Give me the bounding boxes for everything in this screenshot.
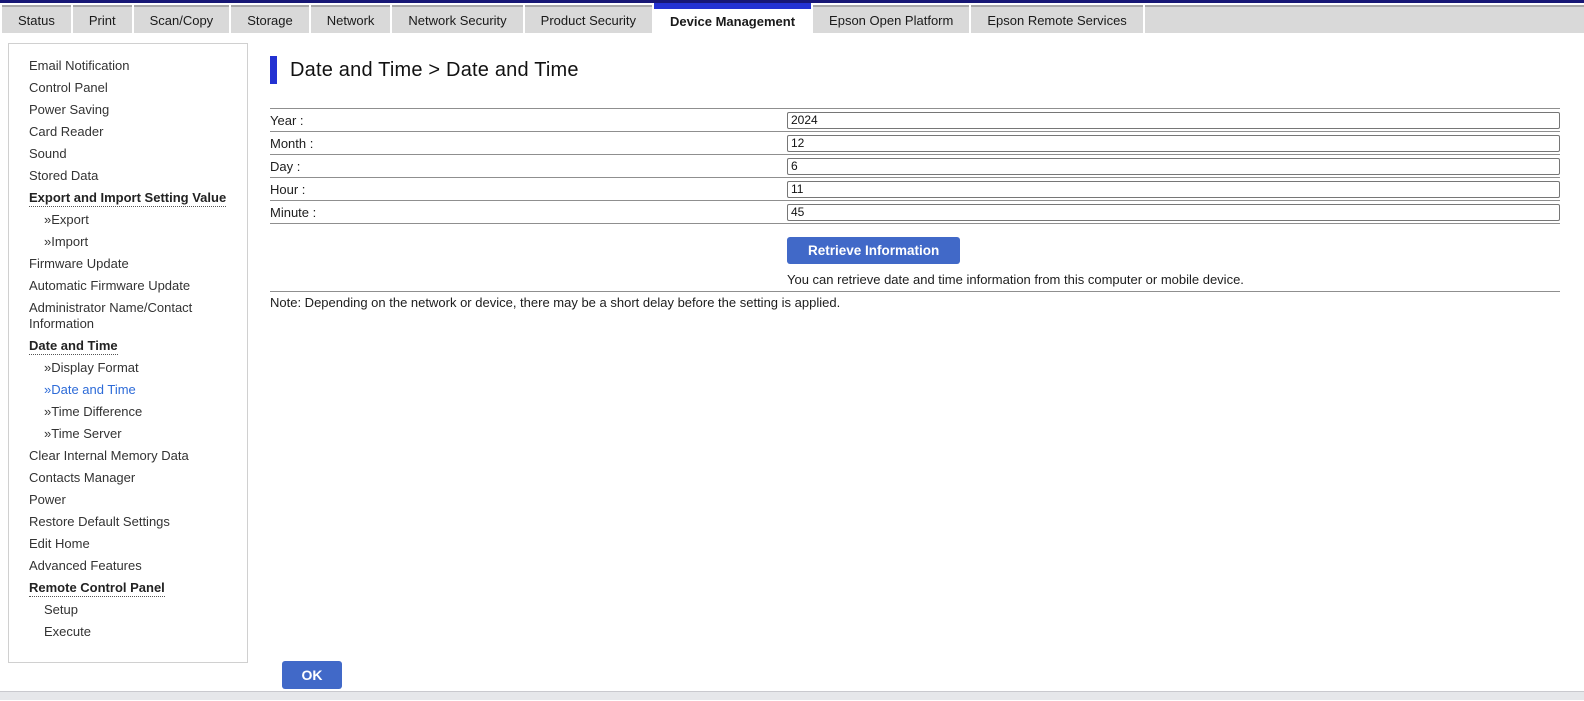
main-content: Date and Time > Date and Time Year : Mon… bbox=[270, 55, 1560, 310]
tab-print[interactable]: Print bbox=[73, 5, 132, 33]
sidebar-item-restore-default-settings[interactable]: Restore Default Settings bbox=[29, 514, 237, 530]
sidebar-item-time-difference[interactable]: »Time Difference bbox=[29, 404, 237, 420]
sidebar-item-date-and-time[interactable]: Date and Time bbox=[29, 338, 237, 354]
page-title: Date and Time > Date and Time bbox=[290, 59, 579, 82]
sidebar-item-execute[interactable]: Execute bbox=[29, 624, 237, 640]
sidebar-item-contacts-manager[interactable]: Contacts Manager bbox=[29, 470, 237, 486]
sidebar-section-label: Date and Time bbox=[29, 338, 118, 355]
sidebar-item-setup[interactable]: Setup bbox=[29, 602, 237, 618]
sidebar-item-administrator-name-contact-information[interactable]: Administrator Name/Contact Information bbox=[29, 300, 237, 332]
sidebar-item-label: Export bbox=[51, 212, 89, 227]
form-row-day: Day : bbox=[270, 154, 1560, 177]
sidebar-item-advanced-features[interactable]: Advanced Features bbox=[29, 558, 237, 574]
sidebar-item-label: Setup bbox=[44, 602, 78, 617]
day-input[interactable] bbox=[787, 158, 1560, 175]
field-label-year: Year : bbox=[270, 113, 787, 128]
retrieve-information-button[interactable]: Retrieve Information bbox=[787, 237, 960, 264]
sidebar-item-remote-control-panel[interactable]: Remote Control Panel bbox=[29, 580, 237, 596]
retrieve-area: Retrieve Information You can retrieve da… bbox=[787, 224, 1560, 287]
tab-network-security[interactable]: Network Security bbox=[392, 5, 522, 33]
sidebar-item-control-panel[interactable]: Control Panel bbox=[29, 80, 237, 96]
sidebar-item-time-server[interactable]: »Time Server bbox=[29, 426, 237, 442]
title-accent-bar bbox=[270, 56, 277, 84]
field-label-hour: Hour : bbox=[270, 182, 787, 197]
sidebar-item-power[interactable]: Power bbox=[29, 492, 237, 508]
field-label-month: Month : bbox=[270, 136, 787, 151]
form-row-month: Month : bbox=[270, 131, 1560, 154]
field-label-day: Day : bbox=[270, 159, 787, 174]
tab-device-management[interactable]: Device Management bbox=[654, 3, 811, 33]
sidebar: Email Notification Control Panel Power S… bbox=[8, 43, 248, 663]
sidebar-section-label: Export and Import Setting Value bbox=[29, 190, 226, 207]
form-row-hour: Hour : bbox=[270, 177, 1560, 200]
sidebar-item-label: Time Server bbox=[51, 426, 121, 441]
sidebar-item-export[interactable]: »Export bbox=[29, 212, 237, 228]
title-row: Date and Time > Date and Time bbox=[270, 55, 1560, 85]
tab-bar-filler bbox=[1145, 5, 1584, 33]
month-input[interactable] bbox=[787, 135, 1560, 152]
sidebar-item-power-saving[interactable]: Power Saving bbox=[29, 102, 237, 118]
date-time-form: Year : Month : Day : Hour : Minute : bbox=[270, 108, 1560, 224]
sidebar-item-automatic-firmware-update[interactable]: Automatic Firmware Update bbox=[29, 278, 237, 294]
sidebar-item-firmware-update[interactable]: Firmware Update bbox=[29, 256, 237, 272]
sidebar-item-email-notification[interactable]: Email Notification bbox=[29, 58, 237, 74]
minute-input[interactable] bbox=[787, 204, 1560, 221]
hour-input[interactable] bbox=[787, 181, 1560, 198]
sidebar-item-card-reader[interactable]: Card Reader bbox=[29, 124, 237, 140]
tab-epson-open-platform[interactable]: Epson Open Platform bbox=[813, 5, 969, 33]
sidebar-item-stored-data[interactable]: Stored Data bbox=[29, 168, 237, 184]
field-label-minute: Minute : bbox=[270, 205, 787, 220]
tab-bar: Status Print Scan/Copy Storage Network N… bbox=[0, 3, 1584, 33]
form-row-year: Year : bbox=[270, 108, 1560, 131]
sidebar-item-label: Execute bbox=[44, 624, 91, 639]
sidebar-item-clear-internal-memory-data[interactable]: Clear Internal Memory Data bbox=[29, 448, 237, 464]
sidebar-item-label: Time Difference bbox=[51, 404, 142, 419]
sidebar-item-display-format[interactable]: »Display Format bbox=[29, 360, 237, 376]
note-text: Note: Depending on the network or device… bbox=[270, 292, 1560, 310]
year-input[interactable] bbox=[787, 112, 1560, 129]
sidebar-item-date-and-time-sub[interactable]: »Date and Time bbox=[29, 382, 237, 398]
ok-button[interactable]: OK bbox=[282, 661, 342, 689]
sidebar-item-label: Import bbox=[51, 234, 88, 249]
tab-network[interactable]: Network bbox=[311, 5, 391, 33]
tab-status[interactable]: Status bbox=[2, 5, 71, 33]
sidebar-item-edit-home[interactable]: Edit Home bbox=[29, 536, 237, 552]
form-row-minute: Minute : bbox=[270, 200, 1560, 223]
sidebar-item-export-and-import-setting-value[interactable]: Export and Import Setting Value bbox=[29, 190, 237, 206]
sidebar-section-label: Remote Control Panel bbox=[29, 580, 165, 597]
tab-storage[interactable]: Storage bbox=[231, 5, 309, 33]
sidebar-item-label: Display Format bbox=[51, 360, 138, 375]
footer-strip bbox=[0, 691, 1584, 700]
sidebar-item-import[interactable]: »Import bbox=[29, 234, 237, 250]
tab-epson-remote-services[interactable]: Epson Remote Services bbox=[971, 5, 1142, 33]
sidebar-item-sound[interactable]: Sound bbox=[29, 146, 237, 162]
tab-product-security[interactable]: Product Security bbox=[525, 5, 652, 33]
tab-scan-copy[interactable]: Scan/Copy bbox=[134, 5, 230, 33]
sidebar-item-label: Date and Time bbox=[51, 382, 136, 397]
retrieve-hint-text: You can retrieve date and time informati… bbox=[787, 272, 1560, 287]
